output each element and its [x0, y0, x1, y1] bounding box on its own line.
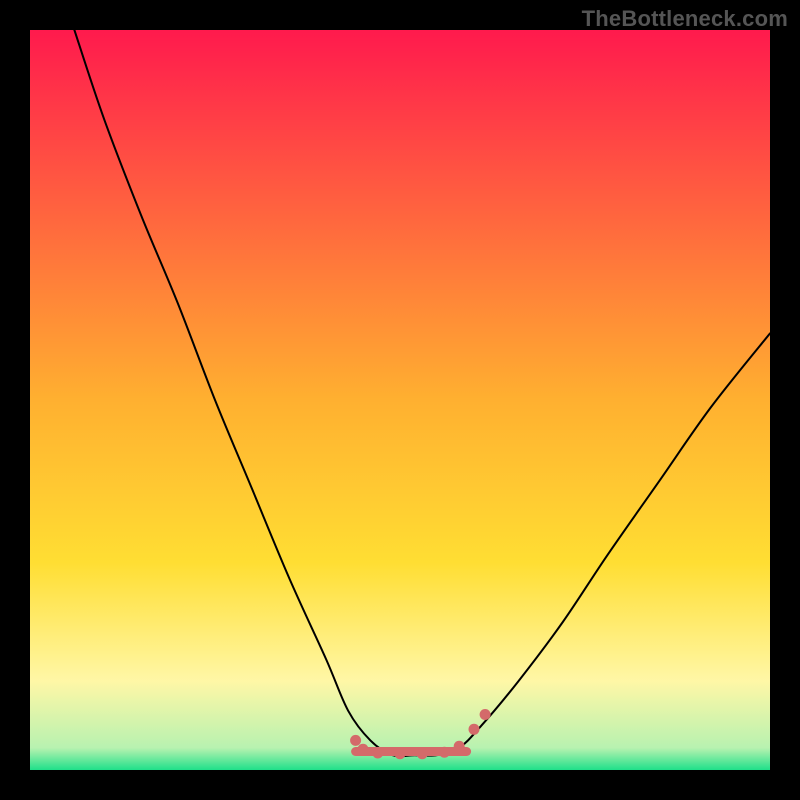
highlight-dot — [469, 724, 480, 735]
gradient-background — [30, 30, 770, 770]
highlight-dot — [439, 747, 450, 758]
highlight-dot — [417, 748, 428, 759]
highlight-dot — [372, 748, 383, 759]
watermark-text: TheBottleneck.com — [582, 6, 788, 32]
highlight-dot — [454, 741, 465, 752]
highlight-dot — [480, 709, 491, 720]
chart-svg — [30, 30, 770, 770]
chart-plot — [30, 30, 770, 770]
highlight-dot — [395, 748, 406, 759]
highlight-dot — [350, 735, 361, 746]
highlight-dot — [358, 744, 369, 755]
chart-frame: TheBottleneck.com — [0, 0, 800, 800]
